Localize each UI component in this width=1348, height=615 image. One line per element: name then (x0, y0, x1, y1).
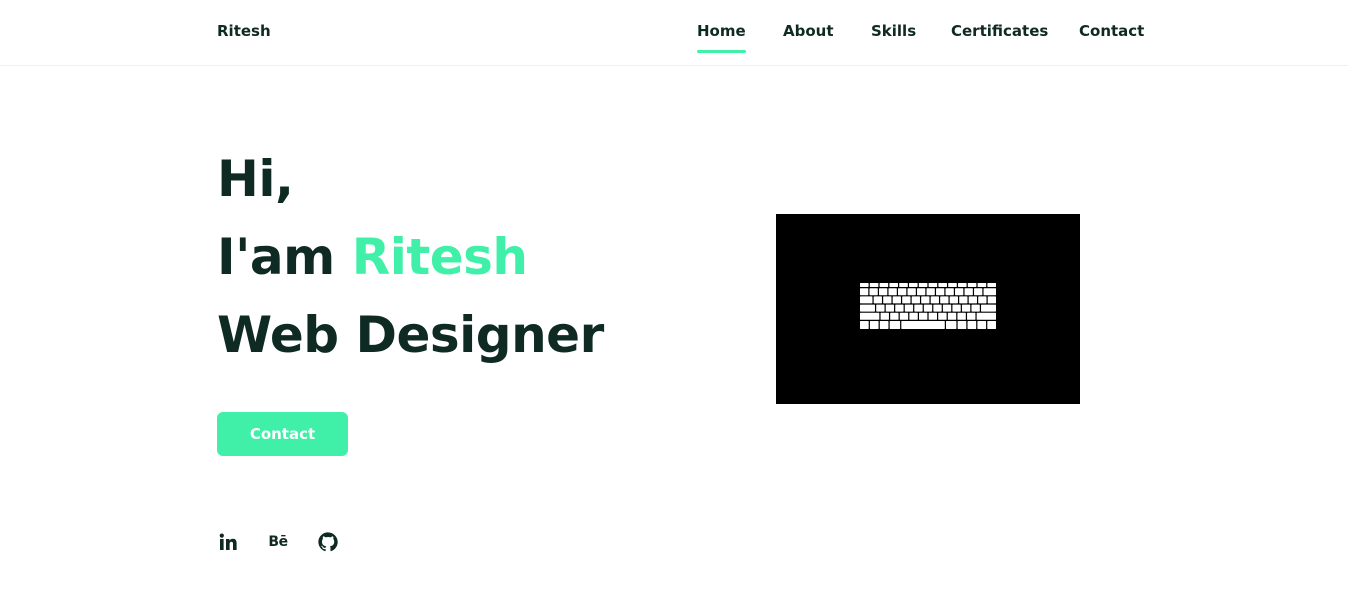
keyboard-key (933, 304, 942, 312)
keyboard-key (876, 304, 885, 312)
keyboard-key (890, 312, 899, 320)
keyboard-key (977, 283, 987, 287)
keyboard-key (899, 312, 909, 320)
keyboard-key (928, 312, 938, 320)
keyboard-key (930, 296, 939, 304)
keyboard-key (978, 296, 987, 304)
keyboard-key (947, 312, 957, 320)
nav-skills[interactable]: Skills (871, 22, 916, 40)
keyboard-key (958, 283, 967, 287)
keyboard-key (942, 304, 952, 312)
keyboard-key (873, 296, 882, 304)
keyboard-key (987, 321, 996, 329)
hero-role: Web Designer (217, 306, 604, 364)
keyboard-key (869, 321, 879, 329)
keyboard-key (987, 283, 996, 287)
keyboard-key (959, 296, 968, 304)
keyboard-key (961, 304, 971, 312)
keyboard-key (976, 312, 996, 320)
keyboard-key (948, 283, 957, 287)
keyboard-key (952, 304, 961, 312)
keyboard-key (974, 288, 983, 296)
keyboard-key (860, 288, 869, 296)
keyboard-key (860, 304, 875, 312)
keyboard-key (879, 288, 888, 296)
keyboard-key (955, 288, 964, 296)
behance-label: Bē (268, 534, 288, 550)
keyboard-key (957, 312, 966, 320)
keyboard-key (981, 304, 996, 312)
contact-button[interactable]: Contact (217, 412, 348, 456)
keyboard-key (968, 296, 977, 304)
keyboard-key (917, 288, 926, 296)
keyboard-key (967, 283, 977, 287)
keyboard-key (964, 288, 973, 296)
keyboard-image (776, 214, 1080, 404)
keyboard-key (907, 288, 916, 296)
keyboard-key (926, 288, 935, 296)
keyboard-key (909, 312, 918, 320)
hero-greeting: Hi, (217, 150, 294, 208)
keyboard-key (914, 304, 923, 312)
keyboard-key (904, 304, 914, 312)
keyboard-key (967, 321, 977, 329)
linkedin-icon[interactable] (217, 531, 239, 553)
github-icon[interactable] (317, 531, 339, 553)
keyboard-key (957, 321, 967, 329)
keyboard-key (888, 288, 897, 296)
keyboard-key (889, 283, 898, 287)
keyboard-key (901, 321, 945, 329)
keyboard-key (938, 312, 947, 320)
keyboard-key (909, 283, 918, 287)
keyboard-key (987, 296, 996, 304)
keyboard-key (879, 321, 889, 329)
keyboard-key (883, 296, 892, 304)
keyboard-key (885, 304, 895, 312)
keyboard-key (911, 296, 920, 304)
keyboard-key (860, 312, 880, 320)
keyboard-key (967, 312, 976, 320)
keyboard-key (971, 304, 980, 312)
keyboard-key (945, 321, 957, 329)
keyboard-key (923, 304, 933, 312)
keyboard-key (860, 283, 869, 287)
keyboard-key (945, 288, 954, 296)
keyboard-key (902, 296, 911, 304)
keyboard-key (889, 321, 901, 329)
nav-contact[interactable]: Contact (1079, 22, 1144, 40)
keyboard-key (918, 283, 928, 287)
keyboard-key (936, 288, 945, 296)
keyboard-key (895, 304, 904, 312)
keyboard-key (898, 288, 907, 296)
nav-certificates[interactable]: Certificates (951, 22, 1048, 40)
keyboard-key (860, 321, 869, 329)
nav-about[interactable]: About (783, 22, 834, 40)
keyboard-key (938, 283, 947, 287)
keyboard-key (899, 283, 908, 287)
nav-home[interactable]: Home (697, 22, 746, 53)
github-icon-graphic (318, 532, 338, 552)
keyboard-key (977, 321, 987, 329)
hero-name: Ritesh (351, 228, 528, 286)
main-nav: Home About Skills Certificates Contact (0, 22, 1348, 62)
keyboard-key (892, 296, 901, 304)
keyboard-key (860, 296, 873, 304)
behance-icon[interactable]: Bē (267, 531, 289, 553)
keyboard-key (880, 312, 889, 320)
keyboard-key (879, 283, 889, 287)
keyboard-key (869, 288, 878, 296)
linkedin-icon-graphic (219, 533, 237, 550)
keyboard-key (869, 283, 879, 287)
keyboard-key (983, 288, 996, 296)
site-header: Ritesh Home About Skills Certificates Co… (0, 0, 1348, 66)
keyboard-key (949, 296, 958, 304)
hero-intro: I'am Ritesh (217, 228, 528, 286)
keyboard-key (928, 283, 938, 287)
keyboard-key (940, 296, 949, 304)
hero-intro-prefix: I'am (217, 228, 335, 286)
keyboard-icon (860, 283, 996, 329)
keyboard-key (921, 296, 930, 304)
keyboard-key (918, 312, 928, 320)
